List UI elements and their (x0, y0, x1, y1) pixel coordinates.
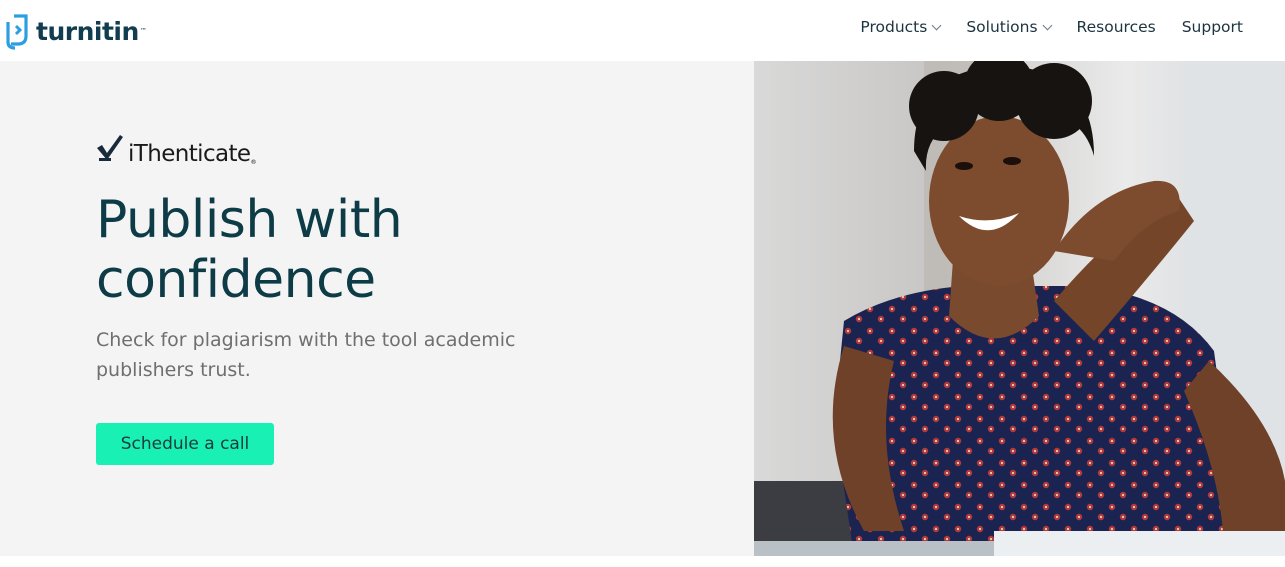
nav-support[interactable]: Support (1182, 18, 1243, 36)
nav-resources-label: Resources (1076, 18, 1156, 36)
logo-text: turnitin (36, 16, 139, 46)
nav-solutions-label: Solutions (966, 18, 1038, 36)
hero-subtext: Check for plagiarism with the tool acade… (96, 325, 536, 385)
main-nav: Products Solutions Resources Support (860, 18, 1243, 36)
checkmark-icon (96, 134, 124, 166)
headline-line-2: confidence (96, 250, 376, 310)
schedule-call-button[interactable]: Schedule a call (96, 423, 274, 465)
registered-mark: ® (250, 159, 257, 166)
turnitin-logo[interactable]: turnitin ™ (6, 12, 147, 50)
nav-resources[interactable]: Resources (1077, 18, 1156, 36)
nav-support-label: Support (1181, 18, 1243, 36)
subtext-line-2: publishers trust. (96, 359, 251, 381)
hero-photo (754, 61, 1285, 556)
trademark-mark: ™ (139, 27, 147, 35)
subtext-line-1: Check for plagiarism with the tool acade… (96, 329, 516, 351)
ithenticate-logo: iThenticate ® (96, 134, 256, 166)
headline-line-1: Publish with (96, 190, 403, 250)
nav-solutions[interactable]: Solutions (966, 18, 1052, 36)
chevron-down-icon (931, 20, 942, 30)
hero-headline: Publish with confidence (96, 190, 656, 310)
page-below-hero (0, 556, 1285, 567)
hero-image (754, 61, 1285, 556)
ithenticate-logo-text: iThenticate (128, 141, 251, 167)
chevron-down-icon (1042, 20, 1052, 30)
turnitin-logo-icon (6, 12, 32, 50)
nav-products-label: Products (860, 18, 928, 36)
nav-products[interactable]: Products (860, 18, 942, 36)
site-header: turnitin ™ Products Solutions Resources S… (0, 0, 1285, 61)
